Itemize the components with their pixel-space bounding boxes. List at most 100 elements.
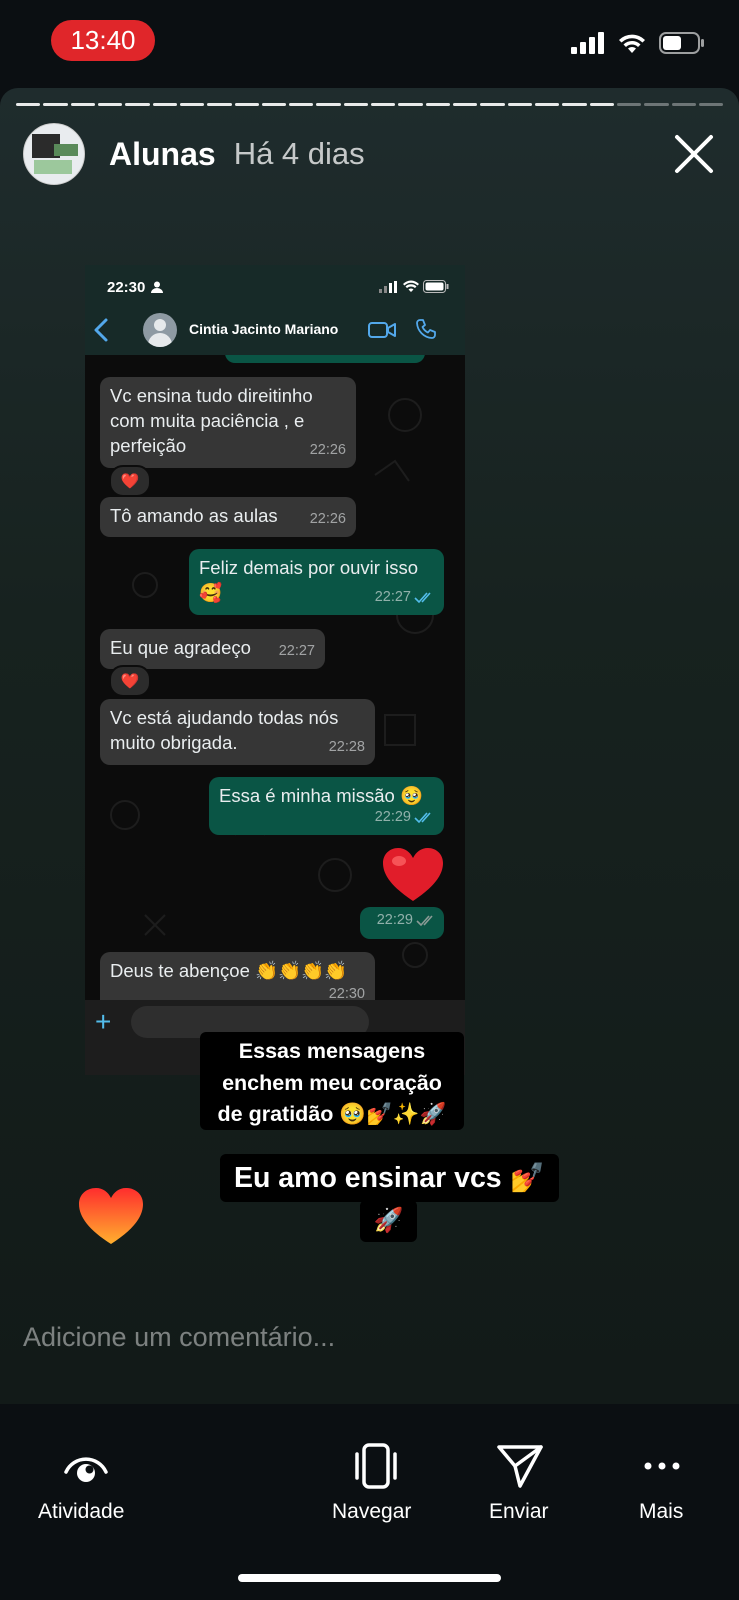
more-icon: [644, 1462, 680, 1470]
person-icon: [151, 281, 163, 293]
progress-segment: [534, 103, 560, 106]
wa-message-time: 22:26: [309, 511, 346, 527]
voice-call-icon: [416, 319, 436, 339]
rocket-sticker: 🚀: [360, 1200, 417, 1242]
activity-label: Atividade: [38, 1500, 125, 1523]
progress-segment: [43, 103, 68, 106]
progress-segment: [16, 103, 41, 106]
video-call-icon: [368, 322, 396, 338]
wa-message-time: 22:30: [328, 986, 365, 1000]
wa-contact-avatar: [143, 313, 177, 347]
sticker-line: Essas mensagens: [238, 1039, 426, 1063]
more-label: Mais: [639, 1500, 684, 1523]
progress-segment: [698, 103, 724, 106]
wa-status-bar: 22:30: [85, 265, 465, 305]
read-receipt-icon: [414, 591, 431, 603]
read-receipt-icon: [416, 914, 433, 926]
eye-icon: [64, 1457, 108, 1482]
gratitude-text-sticker: Essas mensagens enchem meu coração de gr…: [200, 1032, 464, 1130]
wa-message: Vc ensina tudo direitinho com muita paci…: [100, 377, 356, 468]
progress-segment: [480, 103, 505, 106]
wa-message-time: 22:27: [374, 589, 411, 605]
wa-contact-name: Cintia Jacinto Mariano: [189, 321, 339, 337]
progress-segment: [371, 103, 396, 106]
wa-message-time: 22:29: [376, 912, 413, 928]
wa-status-time: 22:30: [107, 279, 146, 296]
sticker-line: de gratidão 🥹💅✨🚀: [217, 1102, 447, 1126]
big-heart-emoji: [383, 848, 443, 901]
browse-label: Navegar: [332, 1500, 412, 1523]
story-header: Alunas Há 4 dias: [23, 123, 716, 185]
story-timestamp: Há 4 dias: [233, 136, 365, 171]
wa-bubble-partial: [225, 355, 425, 363]
cellular-signal-icon: [571, 32, 604, 54]
back-arrow-icon: [94, 318, 108, 342]
wa-wifi-icon: [403, 280, 419, 292]
story-account-name[interactable]: Alunas: [109, 136, 216, 173]
wa-chat-area: Vc ensina tudo direitinho com muita paci…: [85, 355, 465, 1000]
send-label: Enviar: [489, 1500, 549, 1523]
wa-signal-icon: [379, 281, 397, 293]
wa-message: Feliz demais por ouvir isso 🥰 22:27: [189, 549, 444, 615]
wa-message-line: muito obrigada.: [110, 732, 238, 753]
wa-message-time-only: 22:29: [360, 907, 444, 939]
progress-segment: [207, 103, 232, 106]
wa-reaction: ❤️: [109, 465, 151, 497]
whatsapp-screenshot: 22:30 Cintia Jacinto Mariano Vc ensina t…: [85, 265, 465, 1075]
wa-message-line: Vc está ajudando todas nós: [110, 707, 339, 728]
wa-message-time: 22:28: [328, 739, 365, 755]
home-indicator[interactable]: [238, 1574, 501, 1582]
progress-segment: [261, 103, 287, 106]
love-text-sticker: Eu amo ensinar vcs 💅: [220, 1154, 559, 1202]
progress-segment: [289, 103, 314, 106]
progress-segment: [152, 103, 177, 106]
progress-segment: [507, 103, 532, 106]
highlight-avatar[interactable]: [23, 123, 85, 185]
progress-segment: [125, 103, 150, 106]
progress-segment: [316, 103, 341, 106]
progress-segment: [425, 103, 450, 106]
close-icon[interactable]: [672, 132, 716, 176]
wa-message-line: Feliz demais por ouvir isso: [199, 557, 418, 578]
wa-message-time: 22:29: [374, 809, 411, 825]
status-icons: [571, 32, 705, 54]
progress-segment: [343, 103, 369, 106]
wa-message: Deus te abençoe 👏👏👏👏 22:30: [100, 952, 375, 1000]
wa-message: Tô amando as aulas 22:26: [100, 497, 356, 537]
progress-segment: [97, 103, 123, 106]
wa-reaction: ❤️: [109, 665, 151, 697]
progress-segment: [398, 103, 423, 106]
wa-message: Vc está ajudando todas nós muito obrigad…: [100, 699, 375, 765]
status-time[interactable]: 13:40: [51, 20, 155, 61]
wa-message: Essa é minha missão 🥹 22:29: [209, 777, 444, 835]
status-bar: 13:40: [0, 0, 739, 88]
plus-icon: +: [95, 1006, 112, 1037]
wa-message-time: 22:27: [278, 643, 315, 659]
browse-icon: [355, 1443, 397, 1489]
bottom-action-bar: Atividade Navegar Enviar Mais: [0, 1404, 739, 1600]
progress-segment: [562, 103, 587, 106]
wa-battery-icon: [423, 280, 449, 293]
wa-message-time: 22:26: [309, 442, 346, 458]
wa-message-line: com muita paciência , e: [110, 410, 305, 431]
comment-input[interactable]: Adicione um comentário...: [23, 1322, 335, 1353]
progress-segment: [671, 103, 696, 106]
progress-segment: [589, 103, 614, 106]
wifi-icon: [619, 34, 645, 53]
progress-segment: [616, 103, 642, 106]
story-progress-bar: [16, 103, 724, 107]
heart-sticker: [79, 1188, 143, 1244]
send-icon: [497, 1445, 543, 1488]
progress-segment: [234, 103, 259, 106]
wa-message-line: Vc ensina tudo direitinho: [110, 385, 313, 406]
progress-segment: [453, 103, 478, 106]
read-receipt-icon: [414, 811, 431, 823]
progress-segment: [179, 103, 205, 106]
battery-icon: [659, 32, 704, 54]
wa-message: Eu que agradeço 22:27: [100, 629, 325, 669]
progress-segment: [70, 103, 95, 106]
progress-segment: [644, 103, 669, 106]
wa-message-line: Deus te abençoe 👏👏👏👏: [110, 960, 348, 981]
sticker-line: enchem meu coração: [222, 1071, 442, 1095]
wa-chat-header: Cintia Jacinto Mariano: [85, 305, 465, 355]
